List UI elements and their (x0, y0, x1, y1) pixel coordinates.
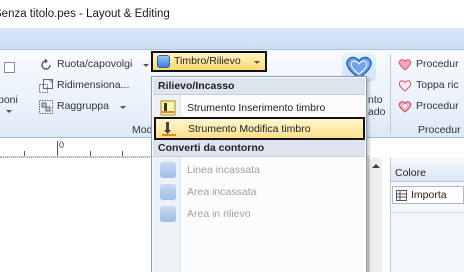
chevron-up-icon[interactable] (372, 164, 380, 168)
embossed-area-icon (160, 184, 176, 200)
patch-button[interactable]: Toppa ric (398, 77, 464, 95)
raised-area-icon (160, 206, 176, 222)
rotate-icon (41, 58, 51, 70)
menu-item-edit-stamp[interactable]: Strumento Modifica timbro (154, 117, 365, 140)
panel-divider (391, 212, 464, 213)
ruler-tick (90, 151, 91, 156)
chevron-down-icon (120, 106, 126, 109)
menu-item-raised-area[interactable]: Area in rilievo (153, 203, 365, 225)
stamp-insert-icon (160, 100, 176, 116)
color-panel-header: Colore (391, 164, 464, 182)
import-icon (396, 190, 407, 201)
group-label-procedure: Procedur (418, 124, 461, 136)
ribbon-separator (390, 54, 391, 134)
rotate-label: Ruota/capovolgi (57, 58, 133, 70)
title-bar: Senza titolo.pes - Layout & Editing (0, 0, 464, 28)
stamp-emboss-menu: Rilievo/Incasso Strumento Inserimento ti… (151, 76, 367, 272)
embossed-line-icon (160, 162, 176, 178)
heart-icon (398, 59, 412, 71)
menu-item-label: Area incassata (187, 186, 257, 198)
ruler-tick (24, 151, 25, 156)
menu-section-convert: Converti da contorno (153, 140, 365, 157)
menu-item-label: Area in rilievo (187, 208, 251, 220)
stamp-emboss-icon (157, 55, 170, 68)
menu-section-emboss: Rilievo/Incasso (153, 78, 365, 95)
group-label-modify: Mod (132, 124, 153, 136)
menu-item-label: Strumento Modifica timbro (188, 123, 311, 135)
menu-item-label: Strumento Inserimento timbro (187, 102, 326, 114)
ruler-tick (122, 151, 123, 156)
group-button[interactable]: Raggruppa (38, 98, 138, 116)
procedure-button-1[interactable]: Procedur (398, 56, 464, 74)
group-label: Raggruppa (57, 100, 109, 112)
menu-item-insert-stamp[interactable]: Strumento Inserimento timbro (153, 97, 365, 119)
import-button[interactable]: Importa (392, 186, 464, 204)
ribbon-tab-strip (0, 28, 464, 50)
vertical-scrollbar[interactable] (368, 158, 382, 272)
group-icon (39, 100, 53, 114)
arrange-icon (4, 62, 15, 73)
import-label: Importa (411, 189, 447, 201)
heart-outline-icon (398, 80, 412, 92)
heart-flower-icon (398, 101, 412, 113)
ribbon-ado-label: ado (368, 106, 386, 118)
stamp-edit-icon (162, 122, 176, 136)
rotate-flip-button[interactable]: Ruota/capovolgi (38, 56, 150, 74)
resize-icon (39, 79, 53, 93)
chevron-down-icon (143, 64, 149, 67)
chevron-down-icon (6, 110, 12, 113)
color-panel-title: Colore (395, 167, 426, 179)
patch-label: Toppa ric (416, 79, 459, 91)
stamp-emboss-label: Timbro/Rilievo (174, 55, 241, 67)
ribbon-poni-label: poni (0, 94, 18, 106)
menu-item-embossed-area[interactable]: Area incassata (153, 181, 365, 203)
procedure-label-1: Procedur (416, 58, 459, 70)
ruler-tick (57, 141, 58, 156)
stamp-emboss-button[interactable]: Timbro/Rilievo (151, 51, 267, 72)
ruler-zero-label: 0 (59, 140, 65, 150)
resize-label: Ridimensiona... (57, 79, 130, 91)
procedure-label-2: Procedur (416, 100, 459, 112)
menu-item-label: Linea incassata (187, 164, 260, 176)
menu-item-embossed-line[interactable]: Linea incassata (153, 159, 365, 181)
resize-button[interactable]: Ridimensiona... (38, 77, 148, 95)
procedure-button-2[interactable]: Procedur (398, 98, 464, 116)
chevron-down-icon (254, 61, 260, 64)
ribbon-nto-label: nto (368, 94, 383, 106)
window-title: Senza titolo.pes - Layout & Editing (0, 8, 170, 20)
